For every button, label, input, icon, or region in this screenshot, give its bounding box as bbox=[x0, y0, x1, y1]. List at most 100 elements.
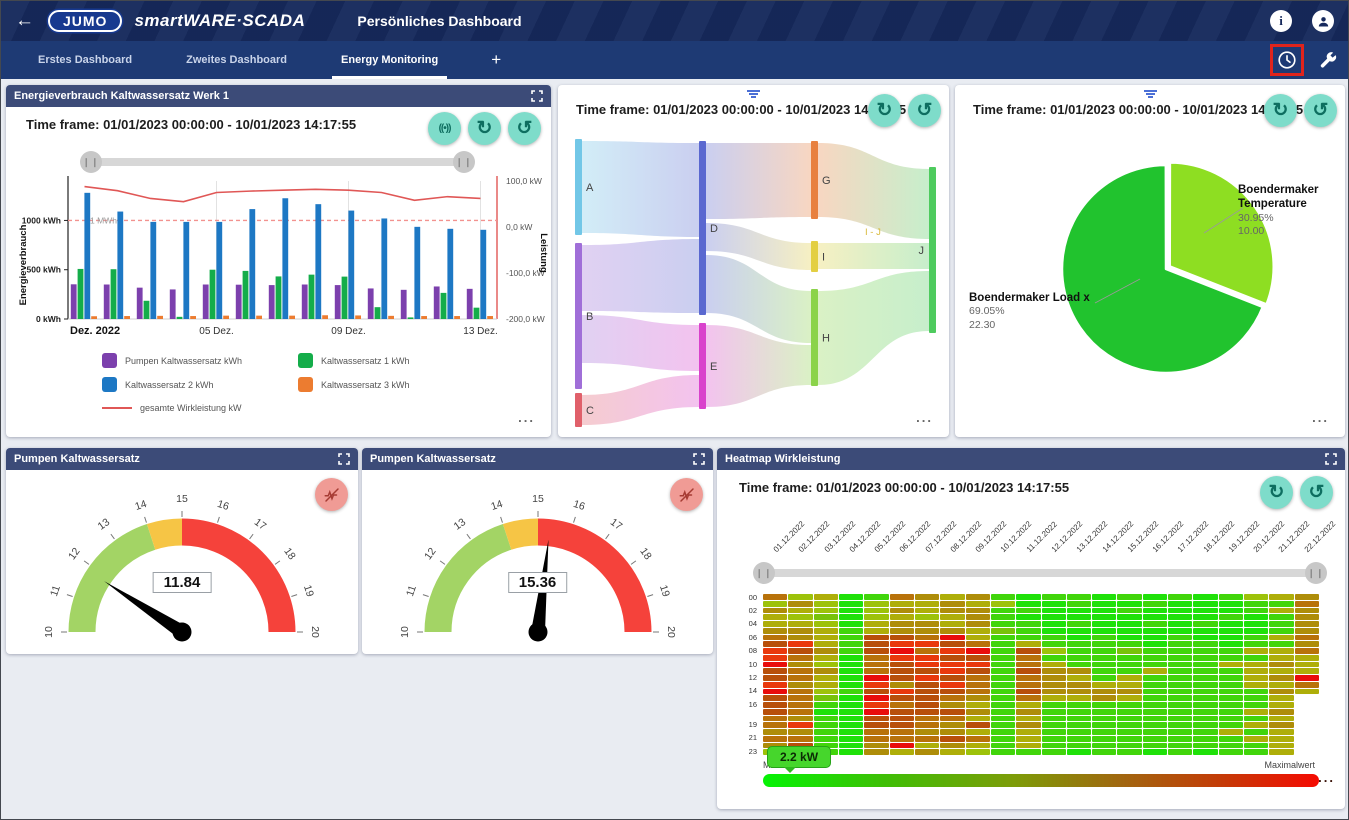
heatmap-color-scale bbox=[763, 774, 1319, 787]
panel-menu-button[interactable]: ... bbox=[1312, 410, 1329, 425]
heatmap-cell bbox=[1143, 655, 1167, 661]
panel-heatmap-header: Heatmap Wirkleistung bbox=[717, 448, 1345, 470]
heatmap-cell bbox=[1219, 614, 1243, 620]
heatmap-cell bbox=[1244, 668, 1268, 674]
fullscreen-icon[interactable] bbox=[531, 90, 543, 102]
add-tab-button[interactable]: + bbox=[465, 41, 527, 79]
heatmap-cell bbox=[1244, 662, 1268, 668]
heatmap-cell bbox=[1244, 716, 1268, 722]
heatmap-cell bbox=[1016, 608, 1040, 614]
heatmap-cell bbox=[1092, 709, 1116, 715]
slider-track[interactable] bbox=[84, 158, 471, 166]
slider-handle-left[interactable]: ❙❙ bbox=[80, 151, 102, 173]
svg-text:11: 11 bbox=[48, 584, 63, 598]
refresh-button[interactable]: ↻ bbox=[868, 94, 901, 127]
heatmap-cell bbox=[1193, 729, 1217, 735]
legend-item[interactable]: Pumpen Kaltwassersatz kWh bbox=[102, 353, 298, 368]
heatmap-cell bbox=[915, 608, 939, 614]
heatmap-cell bbox=[1143, 635, 1167, 641]
refresh-button[interactable]: ↻ bbox=[468, 112, 501, 145]
tab-zweites-dashboard[interactable]: Zweites Dashboard bbox=[159, 41, 314, 79]
heatmap-cell bbox=[1168, 621, 1192, 627]
heatmap-cell bbox=[966, 668, 990, 674]
heatmap-cell bbox=[1042, 655, 1066, 661]
heatmap-cell bbox=[1269, 641, 1293, 647]
heatmap-cell bbox=[814, 682, 838, 688]
heatmap-cell bbox=[814, 601, 838, 607]
live-data-button[interactable]: ((•)) bbox=[428, 112, 461, 145]
heatmap-cell bbox=[864, 729, 888, 735]
heatmap-cell bbox=[1042, 749, 1066, 755]
legend-item[interactable]: Kaltwassersatz 3 kWh bbox=[298, 377, 494, 392]
history-button[interactable]: ↺ bbox=[508, 112, 541, 145]
heatmap-cell bbox=[1067, 662, 1091, 668]
heatmap-cell bbox=[1168, 594, 1192, 600]
heatmap-cell bbox=[915, 722, 939, 728]
pie-chart bbox=[955, 129, 1345, 429]
slider-track[interactable] bbox=[757, 569, 1323, 577]
timeframe-text: Time frame: 01/01/2023 00:00:00 - 10/01/… bbox=[739, 480, 1069, 495]
heatmap-cell bbox=[1092, 702, 1116, 708]
refresh-button[interactable]: ↻ bbox=[1264, 94, 1297, 127]
heatmap-cell bbox=[1168, 743, 1192, 749]
heatmap-cell bbox=[1193, 594, 1217, 600]
heatmap-cell bbox=[1016, 594, 1040, 600]
svg-text:Dez. 2022: Dez. 2022 bbox=[70, 325, 120, 337]
heatmap-cell bbox=[966, 594, 990, 600]
fullscreen-icon[interactable] bbox=[338, 453, 350, 465]
fullscreen-icon[interactable] bbox=[693, 453, 705, 465]
history-clock-icon[interactable] bbox=[1276, 49, 1298, 71]
brand-text: smartWARE·SCADA bbox=[134, 11, 305, 31]
back-arrow-icon[interactable]: ← bbox=[15, 10, 34, 32]
heatmap-cell bbox=[1269, 628, 1293, 634]
panel-menu-button[interactable]: ... bbox=[518, 410, 535, 425]
slider-handle-right[interactable]: ❙❙ bbox=[453, 151, 475, 173]
heatmap-cell bbox=[1269, 635, 1293, 641]
heatmap-cell bbox=[1219, 628, 1243, 634]
heatmap-cell bbox=[890, 709, 914, 715]
heatmap-cell bbox=[1269, 662, 1293, 668]
heatmap-cell bbox=[1244, 601, 1268, 607]
filter-icon[interactable] bbox=[1143, 90, 1157, 99]
filter-icon[interactable] bbox=[747, 90, 761, 99]
slider-handle-right[interactable]: ❙❙ bbox=[1305, 562, 1327, 584]
account-icon[interactable] bbox=[1312, 10, 1334, 32]
heatmap-cell bbox=[1168, 689, 1192, 695]
heatmap-cell bbox=[1042, 608, 1066, 614]
heatmap-cell bbox=[1092, 749, 1116, 755]
heatmap-cell bbox=[763, 621, 787, 627]
heatmap-cell bbox=[1143, 689, 1167, 695]
gauge-value: 15.36 bbox=[508, 572, 568, 593]
legend-item[interactable]: Kaltwassersatz 1 kWh bbox=[298, 353, 494, 368]
history-button[interactable]: ↺ bbox=[908, 94, 941, 127]
heatmap-cell bbox=[890, 749, 914, 755]
wrench-icon[interactable] bbox=[1318, 50, 1338, 70]
heatmap-cell bbox=[966, 641, 990, 647]
svg-text:I: I bbox=[822, 252, 825, 264]
heatmap-cell bbox=[763, 641, 787, 647]
legend-item[interactable]: Kaltwassersatz 2 kWh bbox=[102, 377, 298, 392]
panel-menu-button[interactable]: ... bbox=[1318, 770, 1335, 785]
heatmap-cell bbox=[839, 662, 863, 668]
heatmap-cell bbox=[839, 655, 863, 661]
heatmap-cell bbox=[1193, 668, 1217, 674]
info-icon[interactable]: i bbox=[1270, 10, 1292, 32]
fullscreen-icon[interactable] bbox=[1325, 453, 1337, 465]
tab-energy-monitoring[interactable]: Energy Monitoring bbox=[314, 41, 465, 79]
history-button[interactable]: ↺ bbox=[1304, 94, 1337, 127]
heatmap-cell bbox=[788, 729, 812, 735]
heatmap-cell bbox=[940, 675, 964, 681]
heatmap-cell bbox=[763, 662, 787, 668]
heatmap-cell bbox=[1193, 675, 1217, 681]
heatmap-cell bbox=[839, 641, 863, 647]
heatmap-cell bbox=[1067, 668, 1091, 674]
gauge-value: 11.84 bbox=[153, 572, 212, 593]
legend-item-line[interactable]: gesamte Wirkleistung kW bbox=[102, 403, 298, 413]
heatmap-cell bbox=[1295, 621, 1319, 627]
panel-menu-button[interactable]: ... bbox=[916, 410, 933, 425]
heatmap-cell bbox=[1042, 668, 1066, 674]
heatmap-hour-label: 00 bbox=[749, 593, 757, 602]
heatmap-cell bbox=[940, 749, 964, 755]
slider-handle-left[interactable]: ❙❙ bbox=[753, 562, 775, 584]
tab-erstes-dashboard[interactable]: Erstes Dashboard bbox=[11, 41, 159, 79]
